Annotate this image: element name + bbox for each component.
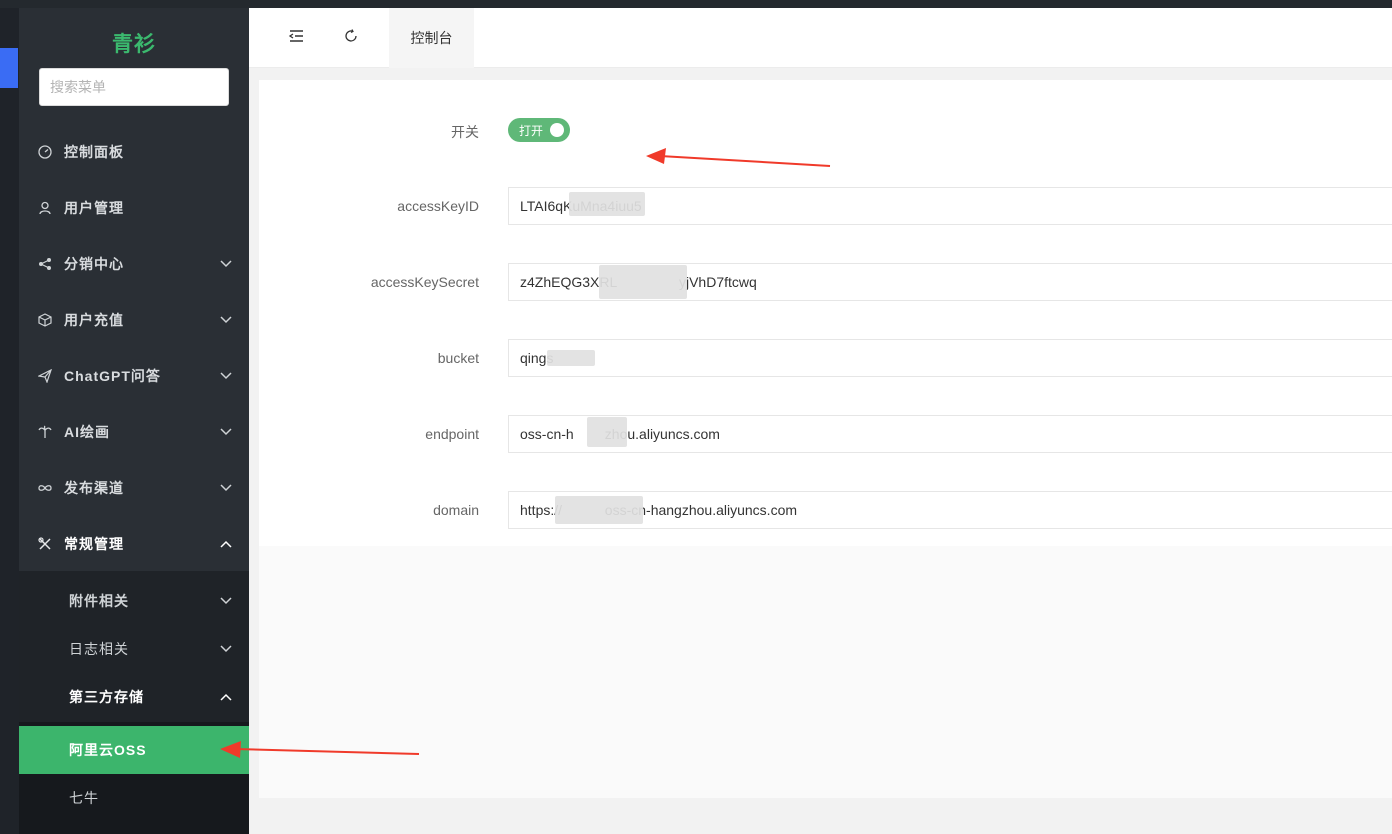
submenu-item-logs[interactable]: 日志相关 [19,625,249,673]
infinity-icon [38,481,52,495]
redaction-blur [555,496,643,524]
domain-label: domain [433,502,479,518]
annotation-arrow [220,741,420,758]
sidebar-item-dashboard[interactable]: 控制面板 [19,124,249,180]
left-rail-accent [0,48,18,88]
sidebar: 青衫 控制面板 用户管理 分销中心 用户充值 Cha [19,8,249,834]
collapse-menu-button[interactable] [271,8,321,68]
chevron-down-icon [219,313,233,327]
submenu-item-label: 七牛 [69,790,99,806]
sidebar-item-recharge[interactable]: 用户充值 [19,292,249,348]
tab-console[interactable]: 控制台 [389,8,474,68]
chevron-down-icon [219,642,233,656]
chevron-up-icon [219,537,233,551]
sidebar-item-label: 分销中心 [64,256,124,272]
chevron-down-icon [219,369,233,383]
endpoint-label: endpoint [425,426,479,442]
endpoint-input[interactable] [508,415,1392,453]
sidebar-item-label: 用户管理 [64,200,124,216]
submenu-item-third-party-storage[interactable]: 第三方存储 [19,673,249,721]
app-logo: 青衫 [112,33,156,56]
access-key-secret-label: accessKeySecret [370,274,479,290]
switch-label: 开关 [451,124,479,140]
submenu-item-label: 第三方存储 [69,689,144,705]
menu-search-input[interactable] [39,68,229,106]
submenu-item-label: 阿里云OSS [69,742,147,758]
chevron-up-icon [219,690,233,704]
chevron-down-icon [219,257,233,271]
main-content: 开关 打开 accessKeyID accessKeySecret bucket… [259,80,1392,798]
enable-switch[interactable]: 打开 [508,118,570,142]
refresh-icon [344,28,358,48]
sidebar-item-label: ChatGPT问答 [64,368,161,384]
top-header: 控制台 [249,8,1392,68]
submenu-item-label: 附件相关 [69,593,129,609]
menu-fold-icon [288,29,304,48]
switch-knob [550,123,564,137]
dashboard-icon [38,145,52,159]
sidebar-item-users[interactable]: 用户管理 [19,180,249,236]
sidebar-item-channels[interactable]: 发布渠道 [19,460,249,516]
sidebar-item-ai-drawing[interactable]: AI绘画 [19,404,249,460]
chevron-down-icon [219,425,233,439]
box-icon [38,313,52,327]
sidebar-item-label: 用户充值 [64,312,124,328]
sidebar-item-general[interactable]: 常规管理 [19,516,249,572]
sidebar-item-label: 发布渠道 [64,480,124,496]
top-strip [0,0,1392,8]
submenu-item-attachments[interactable]: 附件相关 [19,577,249,625]
chevron-down-icon [219,594,233,608]
user-icon [38,201,52,215]
sidebar-item-distribution[interactable]: 分销中心 [19,236,249,292]
annotation-arrow [646,148,831,167]
access-key-id-label: accessKeyID [397,198,479,214]
redaction-blur [587,417,627,447]
sidebar-item-label: 常规管理 [64,536,124,552]
tools-icon [38,537,52,551]
left-rail [0,8,19,834]
bucket-label: bucket [437,350,479,366]
submenu-item-qiniu[interactable]: 七牛 [19,774,249,822]
refresh-button[interactable] [326,8,376,68]
sidebar-item-label: AI绘画 [64,424,110,440]
redaction-blur [599,265,687,299]
palm-icon [38,425,52,439]
sidebar-item-chatgpt[interactable]: ChatGPT问答 [19,348,249,404]
switch-text: 打开 [519,123,544,138]
submenu-item-label: 日志相关 [69,641,129,657]
redaction-blur [547,350,595,366]
share-icon [38,257,52,271]
sidebar-item-label: 控制面板 [64,144,124,160]
chevron-down-icon [219,481,233,495]
bucket-input[interactable] [508,339,1392,377]
paper-plane-icon [38,369,52,383]
redaction-blur [569,192,645,216]
